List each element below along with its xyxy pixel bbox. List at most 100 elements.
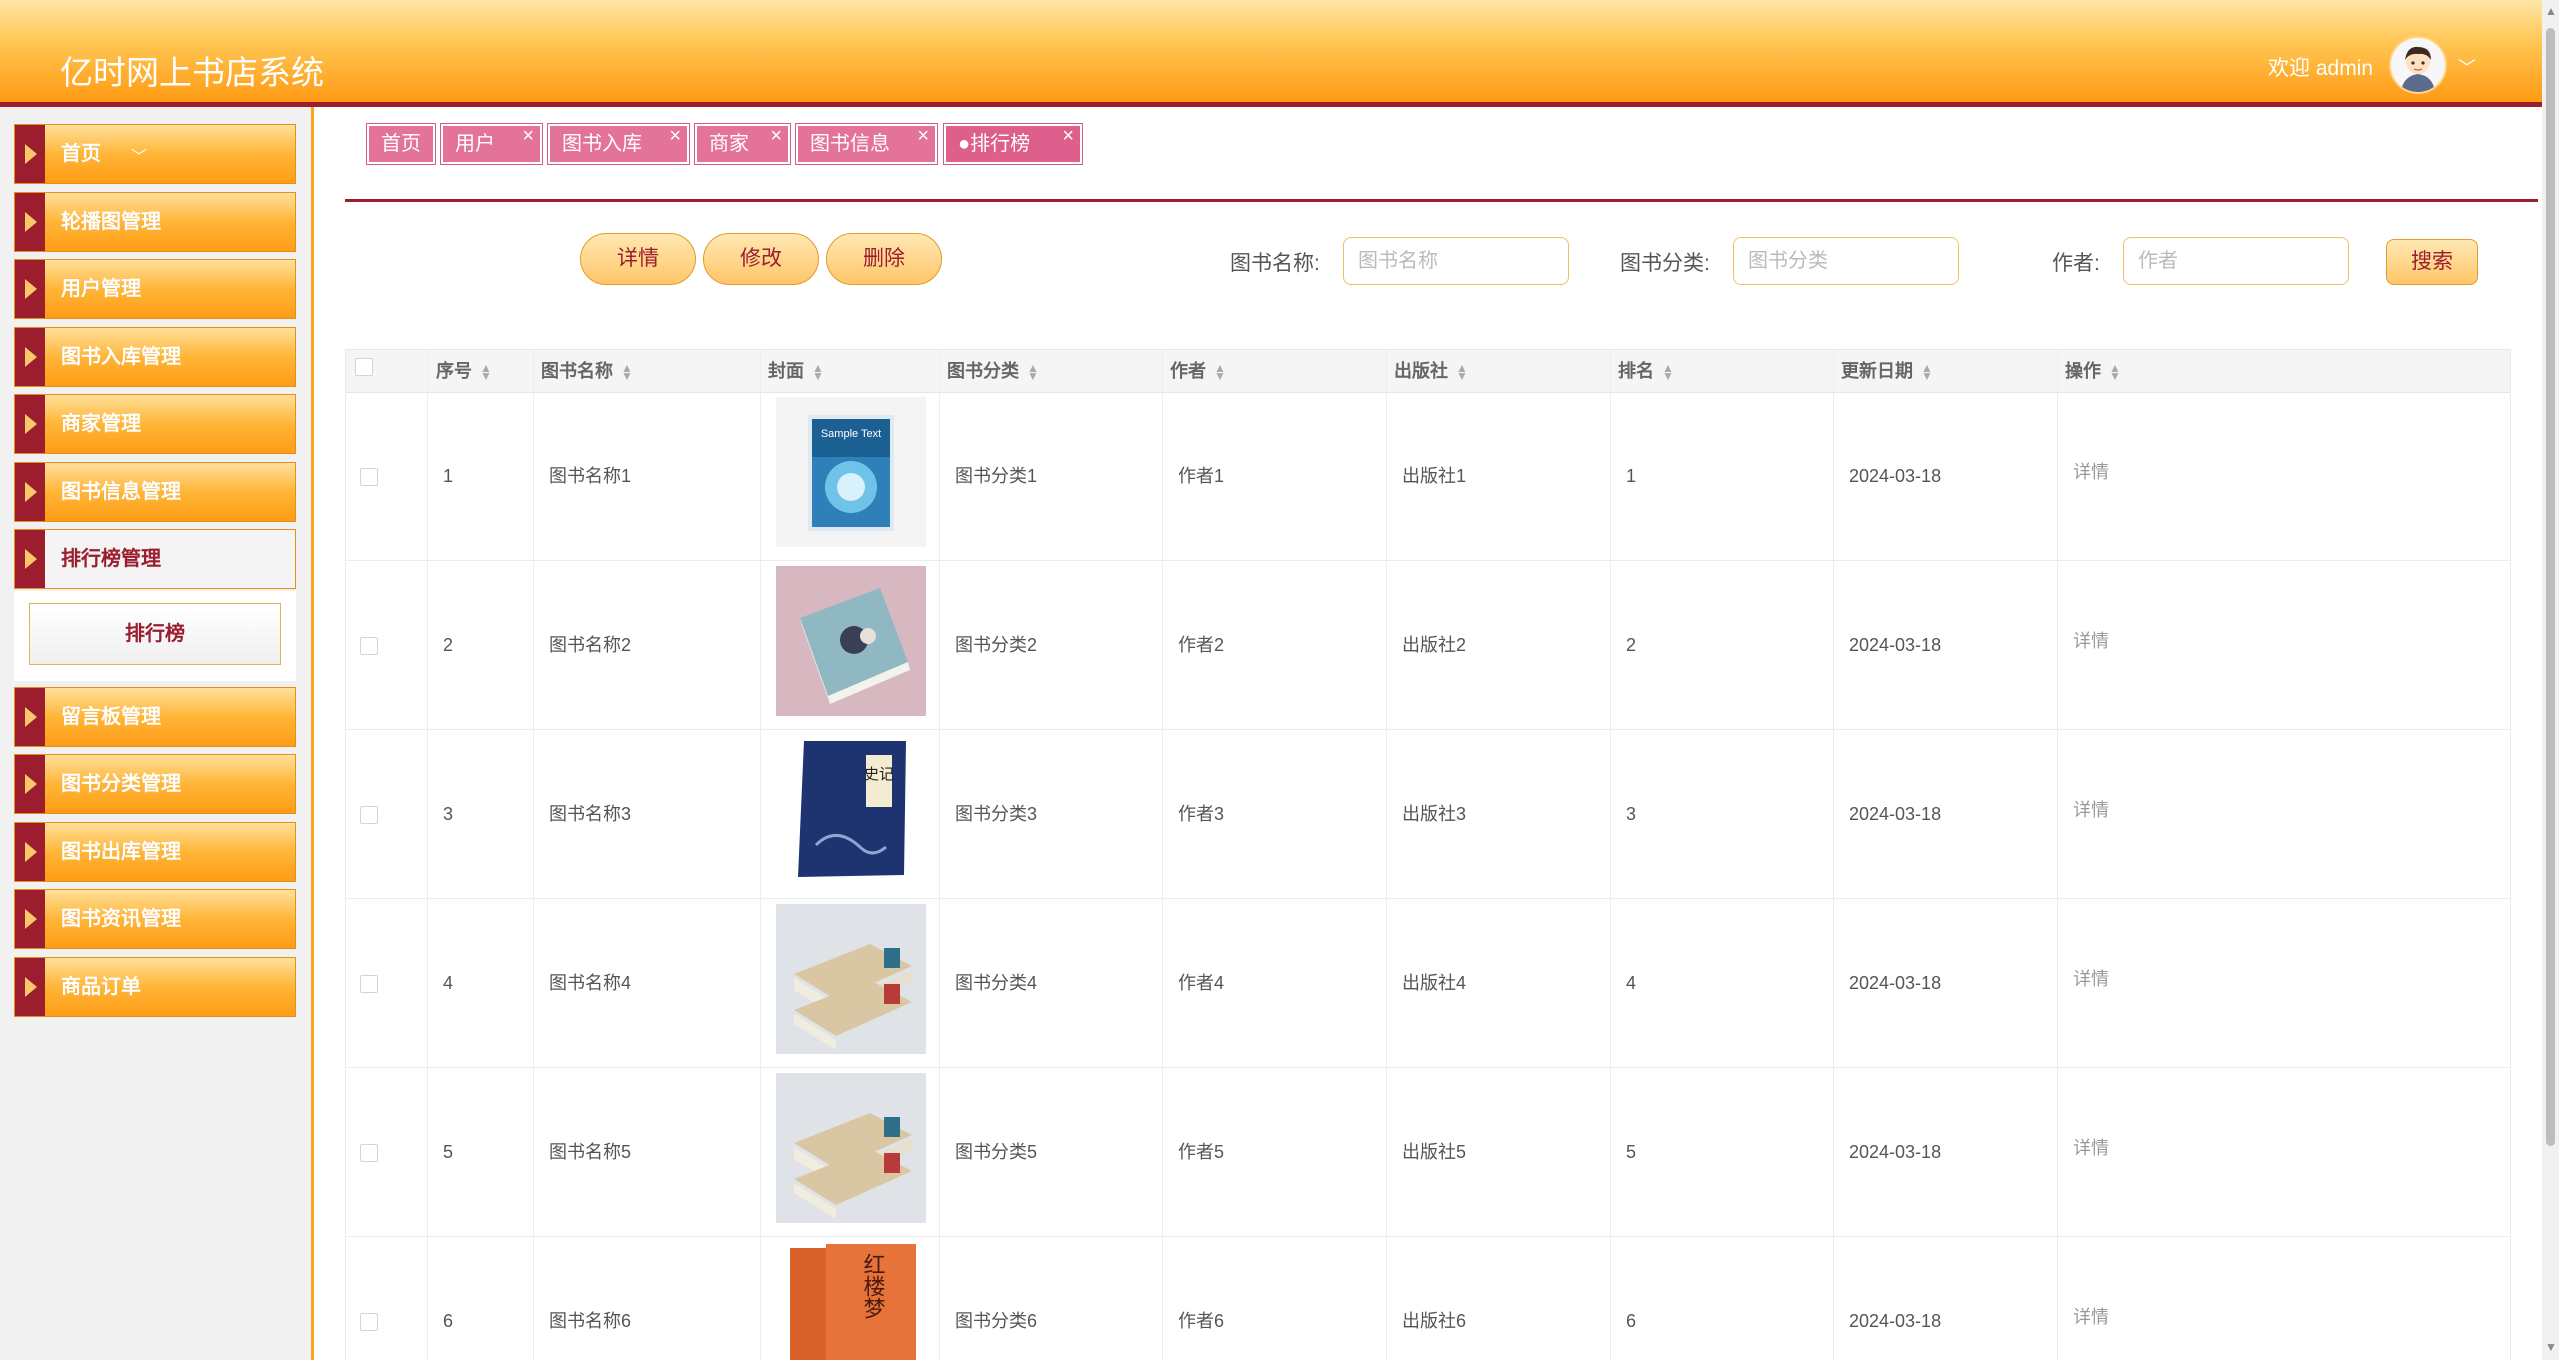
row-checkbox[interactable]	[360, 468, 378, 486]
cell-rank: 3	[1626, 804, 1637, 824]
cell-rank: 1	[1626, 466, 1637, 486]
table-row[interactable]: 4 图书名称4 图书分类4 作者4 出版社4 4 2024-03-18 详情	[346, 899, 2510, 1068]
row-checkbox[interactable]	[360, 1313, 378, 1331]
column-header-publisher[interactable]: 出版社 ▲ ▼	[1394, 350, 1468, 392]
cell-name: 图书名称6	[549, 1311, 632, 1331]
close-icon[interactable]: ×	[770, 118, 782, 154]
scroll-up-icon[interactable]: ▲	[2545, 4, 2557, 18]
column-header-author[interactable]: 作者 ▲ ▼	[1170, 350, 1226, 392]
edit-button[interactable]: 修改	[703, 233, 819, 285]
close-icon[interactable]: ×	[1062, 118, 1074, 154]
detail-link[interactable]: 详情	[2073, 899, 2109, 1067]
tab-home[interactable]: 首页	[366, 123, 436, 165]
author-input[interactable]	[2123, 237, 2349, 285]
sidebar-item-categories[interactable]: 图书分类管理	[14, 754, 296, 814]
cell-no: 6	[443, 1311, 454, 1331]
sort-icon[interactable]: ▲ ▼	[1456, 362, 1468, 382]
sort-icon[interactable]: ▲ ▼	[2109, 362, 2121, 382]
cell-name: 图书名称2	[549, 635, 632, 655]
sidebar-subitem-ranking[interactable]: 排行榜	[29, 603, 281, 665]
sort-icon[interactable]: ▲ ▼	[621, 362, 633, 382]
sidebar-item-book-in[interactable]: 图书入库管理	[14, 327, 296, 387]
detail-link[interactable]: 详情	[2073, 1237, 2109, 1360]
close-icon[interactable]: ×	[669, 118, 681, 154]
tab-users[interactable]: 用户 ×	[440, 123, 543, 165]
detail-link[interactable]: 详情	[2073, 561, 2109, 729]
detail-link[interactable]: 详情	[2073, 392, 2109, 560]
svg-text:Sample Text: Sample Text	[821, 428, 881, 440]
column-header-no[interactable]: 序号 ▲ ▼	[436, 350, 492, 392]
tab-book-info[interactable]: 图书信息 ×	[795, 123, 938, 165]
sidebar-item-messages[interactable]: 留言板管理	[14, 687, 296, 747]
sidebar-item-carousel[interactable]: 轮播图管理	[14, 192, 296, 252]
book-name-label: 图书名称:	[1230, 252, 1320, 275]
sidebar-item-merchants[interactable]: 商家管理	[14, 394, 296, 454]
delete-button[interactable]: 删除	[826, 233, 942, 285]
sort-icon[interactable]: ▲ ▼	[1662, 362, 1674, 382]
table-row[interactable]: 5 图书名称5 图书分类5 作者5 出版社5 5 2024-03-18 详情	[346, 1068, 2510, 1237]
column-header-cover[interactable]: 封面 ▲ ▼	[768, 350, 824, 392]
sort-icon[interactable]: ▲ ▼	[1921, 362, 1933, 382]
sidebar-item-label: 首页	[61, 143, 101, 165]
sidebar-item-book-info[interactable]: 图书信息管理	[14, 462, 296, 522]
sidebar-item-users[interactable]: 用户管理	[14, 259, 296, 319]
sidebar-item-news[interactable]: 图书资讯管理	[14, 889, 296, 949]
sort-icon[interactable]: ▲ ▼	[1027, 362, 1039, 382]
book-category-input[interactable]	[1733, 237, 1959, 285]
cell-category: 图书分类3	[955, 804, 1038, 824]
column-header-rank[interactable]: 排名 ▲ ▼	[1618, 350, 1674, 392]
tab-label: 图书信息	[810, 133, 890, 155]
row-checkbox[interactable]	[360, 975, 378, 993]
table-row[interactable]: 6 图书名称6 红楼梦 图书分类6 作者6 出版社6 6 2024-03-18 …	[346, 1237, 2510, 1360]
column-header-category[interactable]: 图书分类 ▲ ▼	[947, 350, 1039, 392]
sidebar-item-ranking[interactable]: 排行榜管理	[14, 529, 296, 589]
tab-book-in[interactable]: 图书入库 ×	[547, 123, 690, 165]
sidebar-item-home[interactable]: 首页 ﹀	[14, 124, 296, 184]
user-avatar[interactable]	[2391, 38, 2445, 92]
close-icon[interactable]: ×	[917, 118, 929, 154]
svg-text:红楼梦: 红楼梦	[860, 1253, 886, 1319]
chevron-down-icon[interactable]: ﹀	[2458, 54, 2476, 80]
column-header-name[interactable]: 图书名称 ▲ ▼	[541, 350, 633, 392]
column-header-date[interactable]: 更新日期 ▲ ▼	[1841, 350, 1933, 392]
book-cover-image	[776, 566, 926, 716]
row-checkbox[interactable]	[360, 637, 378, 655]
sidebar-item-label: 图书出库管理	[61, 841, 181, 863]
tab-divider	[345, 199, 2538, 202]
detail-link[interactable]: 详情	[2073, 730, 2109, 898]
triangle-icon	[15, 328, 45, 386]
table-row[interactable]: 2 图书名称2 图书分类2 作者2 出版社2 2 2024-03-18 详情	[346, 561, 2510, 730]
table-row[interactable]: 1 图书名称1 Sample Text 图书分类1 作者1 出版社1 1 202…	[346, 392, 2510, 561]
svg-text:史记: 史记	[864, 765, 894, 783]
cell-date: 2024-03-18	[1849, 804, 1942, 824]
sort-icon[interactable]: ▲ ▼	[812, 362, 824, 382]
cell-rank: 4	[1626, 973, 1637, 993]
scroll-down-icon[interactable]: ▼	[2545, 1340, 2557, 1354]
sidebar-item-orders[interactable]: 商品订单	[14, 957, 296, 1017]
tab-label: 用户	[455, 133, 495, 155]
row-checkbox[interactable]	[360, 806, 378, 824]
sort-icon[interactable]: ▲ ▼	[1214, 362, 1226, 382]
book-name-input[interactable]	[1343, 237, 1569, 285]
chevron-down-icon: ﹀	[131, 149, 148, 166]
book-cover-image	[776, 1073, 926, 1223]
select-all-checkbox[interactable]	[355, 358, 373, 376]
sidebar-item-label: 轮播图管理	[61, 211, 161, 233]
sidebar-item-book-out[interactable]: 图书出库管理	[14, 822, 296, 882]
tab-ranking[interactable]: ●排行榜 ×	[943, 123, 1083, 165]
sidebar-item-label: 排行榜管理	[61, 548, 161, 570]
detail-button[interactable]: 详情	[580, 233, 696, 285]
column-header-actions[interactable]: 操作 ▲ ▼	[2065, 350, 2121, 392]
cell-date: 2024-03-18	[1849, 1142, 1942, 1162]
detail-link[interactable]: 详情	[2073, 1068, 2109, 1236]
sort-icon[interactable]: ▲ ▼	[480, 362, 492, 382]
scrollbar-thumb[interactable]	[2546, 28, 2555, 1146]
cell-publisher: 出版社5	[1402, 1142, 1467, 1162]
cell-author: 作者5	[1178, 1142, 1225, 1162]
row-checkbox[interactable]	[360, 1144, 378, 1162]
search-button[interactable]: 搜索	[2386, 239, 2478, 285]
tab-merchants[interactable]: 商家 ×	[694, 123, 791, 165]
table-row[interactable]: 3 图书名称3 史记 图书分类3 作者3 出版社3 3 2024-03-18 详…	[346, 730, 2510, 899]
top-header: 亿时网上书店系统 欢迎 admin ﹀	[0, 0, 2542, 107]
close-icon[interactable]: ×	[522, 118, 534, 154]
